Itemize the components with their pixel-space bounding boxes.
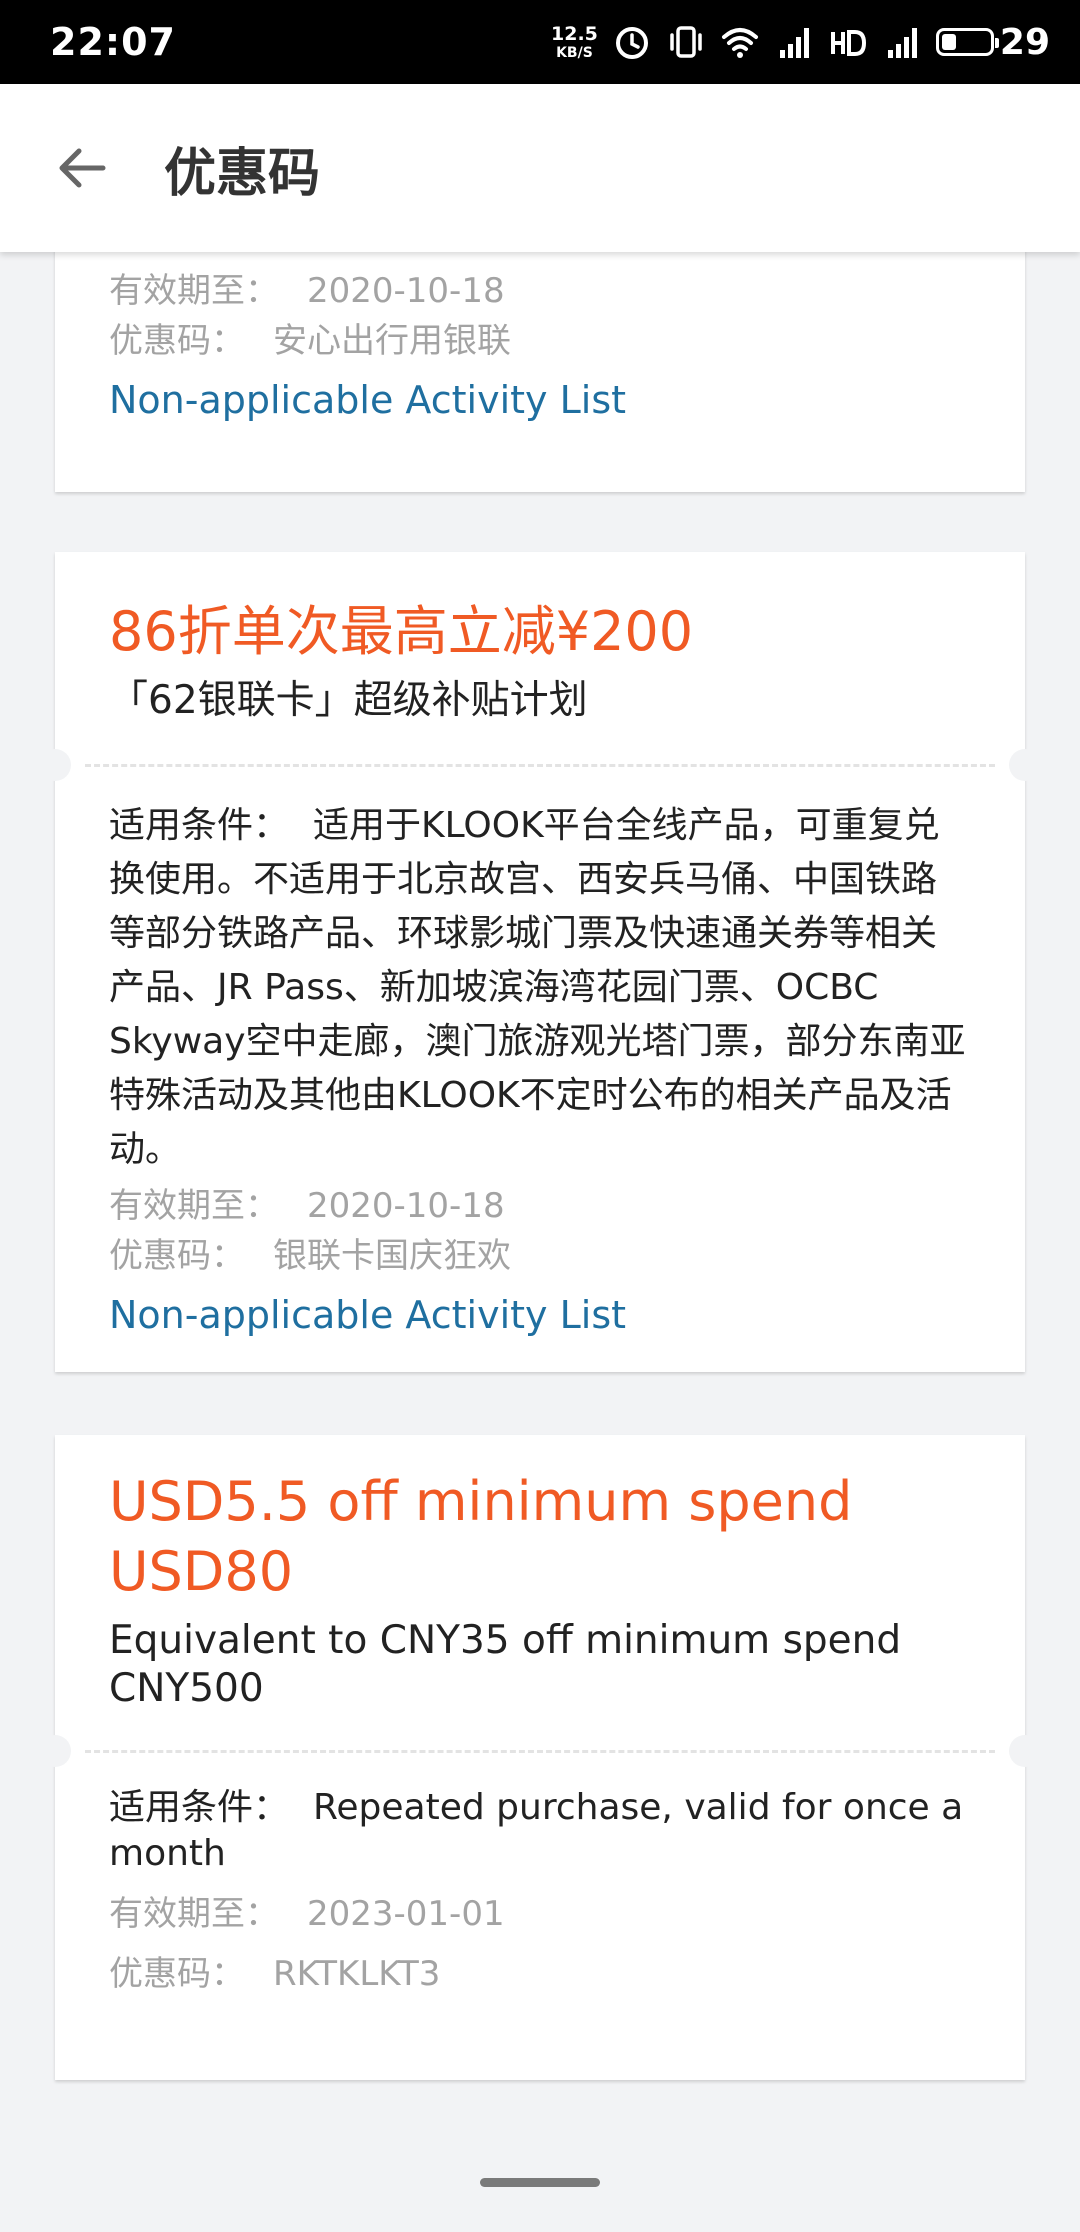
validity-label: 有效期至： xyxy=(109,1894,279,1934)
coupon-divider xyxy=(39,743,1041,787)
wifi-icon xyxy=(721,28,758,58)
code-value: RKTKLKT3 xyxy=(273,1954,441,1994)
code-row: 优惠码： 银联卡国庆狂欢 xyxy=(109,1235,971,1277)
validity-row: 有效期至： 2020-10-18 xyxy=(109,1185,971,1227)
signal-4g-plus-icon xyxy=(887,28,917,58)
validity-value: 2023-01-01 xyxy=(307,1894,505,1934)
coupon-divider xyxy=(39,1729,1041,1773)
coupon-card: USD5.5 off minimum spend USD80 Equivalen… xyxy=(39,1435,1041,2080)
app-bar: 优惠码 xyxy=(0,84,1080,252)
network-speed-unit: KB/S xyxy=(556,44,593,61)
condition-label: 适用条件： xyxy=(109,805,290,846)
validity-value: 2020-10-18 xyxy=(307,1186,505,1226)
validity-value: 2020-10-18 xyxy=(307,271,505,311)
code-label: 优惠码： xyxy=(109,1236,245,1276)
condition-body: 适用于KLOOK平台全线产品，可重复兑换使用。不适用于北京故宫、西安兵马俑、中国… xyxy=(109,805,966,1170)
battery-level: 29 xyxy=(999,21,1050,63)
validity-label: 有效期至： xyxy=(109,271,279,311)
code-value: 安心出行用银联 xyxy=(273,321,511,361)
code-label: 优惠码： xyxy=(109,321,245,361)
code-row: 优惠码： 安心出行用银联 xyxy=(109,320,971,362)
signal-4g-icon xyxy=(779,28,809,58)
code-label: 优惠码： xyxy=(109,1954,245,1994)
status-icons: 12.5 KB/S 29 xyxy=(551,22,1050,63)
code-value: 银联卡国庆狂欢 xyxy=(273,1236,511,1276)
hd-icon xyxy=(830,30,866,56)
coupon-card: 86折单次最高立减¥200 「62银联卡」超级补贴计划 适用条件： 适用于KLOO… xyxy=(39,552,1041,1372)
validity-row: 有效期至： 2023-01-01 xyxy=(109,1893,971,1935)
battery: 29 xyxy=(935,21,1050,63)
vibrate-icon xyxy=(670,26,702,58)
non-applicable-activity-link[interactable]: Non-applicable Activity List xyxy=(109,376,626,424)
condition-text: 适用条件： Repeated purchase, valid for once a… xyxy=(109,1785,971,1877)
network-speed: 12.5 KB/S xyxy=(551,22,598,61)
validity-row: 有效期至： 2020-10-18 xyxy=(109,270,971,312)
condition-label: 适用条件： xyxy=(109,1787,290,1828)
coupon-card: 有效期至： 2020-10-18 优惠码： 安心出行用银联 Non-applicab… xyxy=(55,252,1025,492)
network-speed-value: 12.5 xyxy=(551,22,598,45)
page-title: 优惠码 xyxy=(164,143,321,204)
coupon-title: 86折单次最高立减¥200 xyxy=(109,600,694,663)
condition-text: 适用条件： 适用于KLOOK平台全线产品，可重复兑换使用。不适用于北京故宫、西安兵… xyxy=(109,799,971,1177)
coupon-subtitle: 「62银联卡」超级补贴计划 xyxy=(109,678,588,723)
status-bar: 22:07 12.5 KB/S 29 xyxy=(0,0,1080,84)
coupon-list[interactable]: 有效期至： 2020-10-18 优惠码： 安心出行用银联 Non-applicab… xyxy=(0,252,1080,2232)
back-button[interactable] xyxy=(42,128,122,208)
coupon-subtitle: Equivalent to CNY35 off minimum spend CN… xyxy=(109,1618,902,1711)
battery-icon xyxy=(935,28,999,56)
coupon-title: USD5.5 off minimum spend USD80 xyxy=(109,1470,853,1603)
code-row: 优惠码： RKTKLKT3 xyxy=(109,1953,971,1995)
arrow-left-icon xyxy=(59,148,106,188)
alarm-icon xyxy=(615,27,648,59)
status-time: 22:07 xyxy=(50,20,176,64)
home-indicator[interactable] xyxy=(480,2178,600,2187)
non-applicable-activity-link[interactable]: Non-applicable Activity List xyxy=(109,1291,626,1339)
validity-label: 有效期至： xyxy=(109,1186,279,1226)
